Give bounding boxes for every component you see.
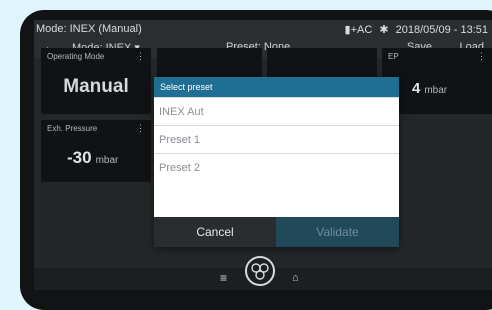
preset-option[interactable]: Preset 2 bbox=[154, 153, 399, 181]
status-right: ▮+AC ✱ 2018/05/09 - 13:51 bbox=[341, 23, 488, 36]
status-bar: Mode: INEX (Manual) ▮+AC ✱ 2018/05/09 - … bbox=[34, 20, 492, 38]
logo-glyph-icon bbox=[251, 263, 269, 280]
validate-button[interactable]: Validate bbox=[276, 217, 399, 247]
operating-mode-tile[interactable]: Operating Mode ⋮ Manual bbox=[41, 48, 151, 114]
tile-value: 4 mbar bbox=[412, 80, 447, 97]
tile-value: Manual bbox=[63, 76, 129, 97]
preset-option[interactable]: Preset 1 bbox=[154, 125, 399, 153]
tile-label: EP bbox=[388, 52, 399, 61]
tile-label: Exh. Pressure bbox=[47, 124, 98, 133]
peep-unit: mbar bbox=[424, 85, 448, 96]
cancel-button[interactable]: Cancel bbox=[154, 217, 276, 247]
datetime: 2018/05/09 - 13:51 bbox=[395, 24, 488, 36]
exh-pressure-value: -30 bbox=[67, 148, 92, 167]
mode-title: Mode: INEX (Manual) bbox=[36, 23, 142, 35]
tile-value: -30 mbar bbox=[67, 148, 118, 168]
preset-option-label: INEX Aut bbox=[159, 106, 204, 118]
tile-menu-icon[interactable]: ⋮ bbox=[136, 51, 145, 62]
bottom-bar: ≡ ⌂ bbox=[34, 256, 492, 290]
preset-option[interactable]: INEX Aut bbox=[154, 97, 399, 125]
tile-menu-icon[interactable]: ⋮ bbox=[477, 51, 486, 62]
tile-label: Operating Mode bbox=[47, 52, 105, 61]
home-icon[interactable]: ⌂ bbox=[292, 272, 299, 284]
power-icon: ▮+AC bbox=[344, 24, 373, 36]
logo-icon[interactable] bbox=[245, 256, 275, 286]
peep-value: 4 bbox=[412, 80, 421, 97]
bluetooth-icon: ✱ bbox=[379, 24, 389, 36]
dialog-actions: Cancel Validate bbox=[154, 217, 399, 247]
dialog-title-text: Select preset bbox=[160, 82, 213, 92]
exh-pressure-tile[interactable]: Exh. Pressure ⋮ -30 mbar bbox=[41, 120, 151, 182]
exh-pressure-unit: mbar bbox=[95, 155, 119, 166]
dialog-title: Select preset bbox=[154, 77, 399, 97]
preset-option-label: Preset 2 bbox=[159, 162, 200, 174]
tile-menu-icon[interactable]: ⋮ bbox=[136, 123, 145, 134]
device-screen: Mode: INEX (Manual) ▮+AC ✱ 2018/05/09 - … bbox=[34, 20, 492, 290]
select-preset-dialog: Select preset INEX Aut Preset 1 Preset 2… bbox=[154, 77, 399, 247]
menu-icon[interactable]: ≡ bbox=[220, 271, 227, 285]
preset-option-label: Preset 1 bbox=[159, 134, 200, 146]
